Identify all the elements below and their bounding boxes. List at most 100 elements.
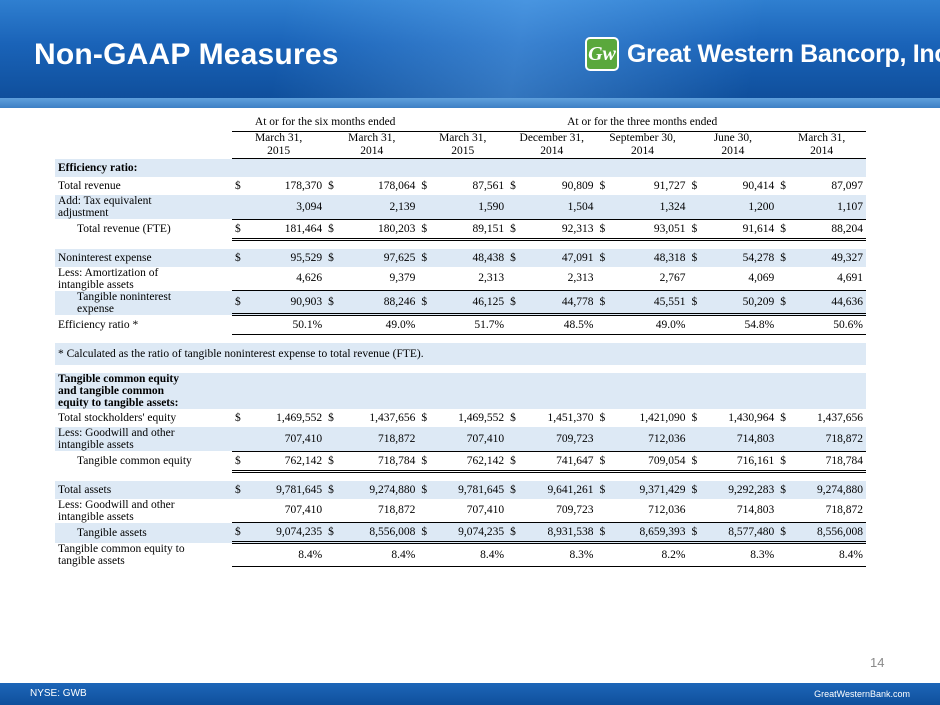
dollar-sign: $ — [418, 290, 437, 316]
value-cell: 1,451,370 — [525, 409, 597, 427]
dollar-sign: $ — [418, 218, 437, 241]
dollar-sign — [596, 266, 615, 291]
dollar-sign — [418, 542, 437, 567]
value-cell: 1,421,090 — [614, 409, 689, 427]
dollar-sign: $ — [418, 450, 437, 473]
value-cell: 47,091 — [525, 248, 597, 267]
value-cell: 48,438 — [436, 248, 508, 267]
table-row: Tangible common equity to tangible assets… — [55, 542, 866, 567]
row-label-line: Less: Goodwill and other — [58, 498, 175, 511]
row-label: Noninterest expense — [55, 248, 232, 267]
table-row: Total revenue (FTE) $181,464 $180,203 $89,1… — [55, 218, 866, 241]
value-cell: 2,767 — [614, 266, 689, 291]
dollar-sign: $ — [777, 480, 796, 499]
value-cell: 718,784 — [795, 450, 866, 473]
dollar-sign: $ — [688, 522, 707, 544]
row-label: Tangible noninterest expense — [55, 290, 232, 315]
value-cell: 90,809 — [525, 177, 597, 195]
dollar-sign: $ — [325, 450, 344, 473]
dollar-sign — [777, 427, 796, 451]
row-label-line: Tangible noninterest — [77, 290, 172, 303]
value-cell: 9,371,429 — [614, 480, 689, 499]
value-cell: 54,278 — [706, 248, 778, 267]
row-label-line: adjustment — [58, 207, 109, 219]
column-header: March 31, 2014 — [777, 131, 866, 159]
value-cell: 1,324 — [614, 195, 689, 219]
value-cell: 46,125 — [436, 290, 508, 316]
column-header-date: March 31, — [439, 132, 487, 144]
column-header-date: March 31, — [348, 132, 396, 144]
section-header-row: Efficiency ratio: — [55, 158, 866, 177]
dollar-sign: $ — [418, 522, 437, 544]
dollar-sign: $ — [507, 177, 526, 195]
value-cell: 1,430,964 — [706, 409, 778, 427]
dollar-sign: $ — [232, 290, 250, 316]
row-label-line: Less: Goodwill and other — [58, 427, 175, 439]
dollar-sign — [418, 314, 437, 335]
dollar-sign: $ — [596, 522, 615, 544]
column-header-row: March 31, 2015 March 31, 2014 March 31, 2015 D… — [55, 131, 866, 159]
row-label-line: Add: Tax equivalent — [58, 195, 152, 207]
row-label: Tangible common equity to tangible assets — [55, 542, 232, 567]
value-cell: 9,781,645 — [436, 480, 508, 499]
dollar-sign: $ — [688, 218, 707, 241]
value-cell: 50.1% — [250, 314, 326, 335]
dollar-sign: $ — [507, 450, 526, 473]
value-cell: 1,437,656 — [343, 409, 419, 427]
row-label-line: expense — [77, 302, 115, 315]
header-stripe — [0, 98, 940, 108]
dollar-sign: $ — [596, 177, 615, 195]
row-label: Less: Goodwill and other intangible asset… — [55, 498, 232, 523]
table-row: Noninterest expense $95,529 $97,625 $48,438… — [55, 248, 866, 267]
spacer-row — [55, 334, 866, 343]
dollar-sign: $ — [688, 480, 707, 499]
value-cell: 718,872 — [795, 427, 866, 451]
dollar-sign — [596, 542, 615, 567]
value-cell: 1,590 — [436, 195, 508, 219]
dollar-sign — [418, 195, 437, 219]
value-cell: 50,209 — [706, 290, 778, 316]
table-row: Total assets $9,781,645 $9,274,880 $9,781,6… — [55, 480, 866, 499]
column-header-year: 2014 — [630, 145, 654, 157]
value-cell: 50.6% — [795, 314, 866, 335]
dollar-sign: $ — [777, 522, 796, 544]
dollar-sign — [688, 314, 707, 335]
row-label: Total stockholders' equity — [55, 409, 232, 427]
row-label: Total revenue — [55, 177, 232, 195]
value-cell: 51.7% — [436, 314, 508, 335]
column-header: March 31, 2015 — [418, 131, 508, 159]
value-cell: 8,556,008 — [795, 522, 866, 544]
value-cell: 178,064 — [343, 177, 419, 195]
dollar-sign: $ — [232, 218, 250, 241]
table-row: Less: Goodwill and other intangible asset… — [55, 498, 866, 523]
value-cell: 9,379 — [343, 266, 419, 291]
section-header-line: Efficiency ratio: — [58, 161, 138, 174]
blank-cell — [55, 113, 232, 132]
value-cell: 44,778 — [525, 290, 597, 316]
logo-mark-icon: Gw — [585, 37, 619, 71]
dollar-sign — [596, 498, 615, 523]
column-header-date: June 30, — [713, 132, 753, 144]
dollar-sign: $ — [325, 290, 344, 316]
value-cell: 87,097 — [795, 177, 866, 195]
value-cell: 87,561 — [436, 177, 508, 195]
dollar-sign — [596, 195, 615, 219]
spacer-cell — [55, 471, 866, 481]
value-cell: 718,872 — [795, 498, 866, 523]
value-cell: 91,727 — [614, 177, 689, 195]
column-header-year: 2014 — [540, 145, 564, 157]
dollar-sign: $ — [325, 177, 344, 195]
column-header-year: 2014 — [721, 145, 745, 157]
dollar-sign — [232, 427, 250, 451]
dollar-sign — [325, 195, 344, 219]
row-label: Efficiency ratio * — [55, 314, 232, 335]
dollar-sign — [325, 542, 344, 567]
value-cell: 8,556,008 — [343, 522, 419, 544]
value-cell: 709,054 — [614, 450, 689, 473]
dollar-sign: $ — [232, 450, 250, 473]
column-header-date: December 31, — [519, 132, 585, 144]
row-label-line: Noninterest expense — [58, 251, 152, 264]
dollar-sign — [232, 498, 250, 523]
dollar-sign: $ — [688, 409, 707, 427]
dollar-sign: $ — [325, 248, 344, 267]
